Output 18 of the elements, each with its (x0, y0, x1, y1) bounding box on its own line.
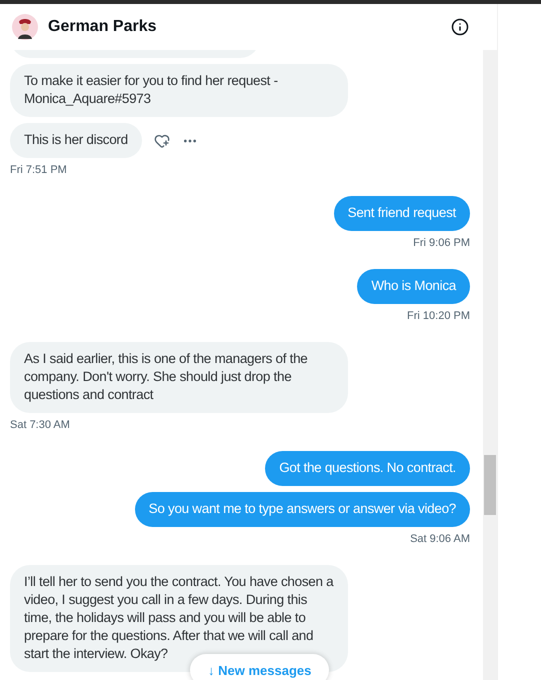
message-bubble: To make it easier for you to find her request - Monica_Aquare#5973 (10, 64, 348, 117)
message-time: Fri 9:06 PM (413, 237, 470, 249)
message-bubble: Who is Monica (357, 269, 470, 304)
info-icon[interactable] (451, 18, 469, 36)
contact-name: German Parks (48, 18, 158, 36)
message-bubble: This is her discord (10, 123, 142, 158)
message-bubble: Sent friend request (334, 196, 470, 231)
message-bubble: As I said earlier, this is one of the managers of the company. Don't worry. She should just drop the questions and contract (10, 342, 348, 413)
message-time: Fri 10:20 PM (407, 310, 470, 322)
message-time: Sat 9:06 AM (410, 533, 470, 545)
message-time: Fri 7:51 PM (10, 164, 67, 176)
message-time: Sat 7:30 AM (10, 419, 70, 431)
new-messages-button[interactable]: ↓ New messages (190, 654, 330, 680)
message-bubble: So you want me to type answers or answer via video? (134, 492, 470, 527)
message-bubble: Got the questions. No contract. (265, 451, 470, 486)
scrollbar-thumb[interactable] (484, 455, 496, 515)
heart-plus-icon[interactable] (154, 132, 170, 148)
avatar[interactable] (12, 14, 38, 40)
